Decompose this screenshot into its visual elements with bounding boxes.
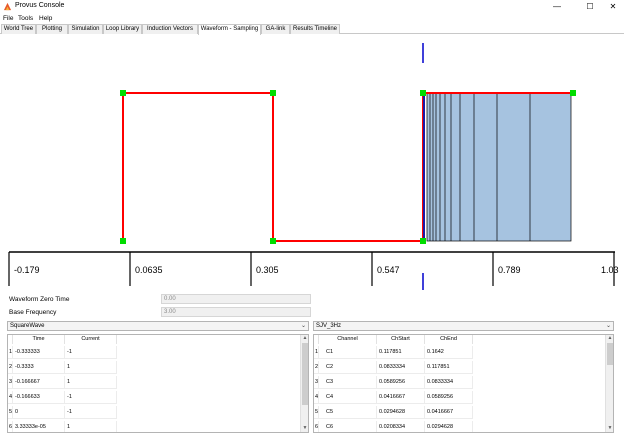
chend-cell[interactable]: 0.117851: [425, 361, 473, 374]
scroll-down-icon[interactable]: ▼: [606, 425, 613, 432]
current-cell[interactable]: -1: [65, 346, 117, 359]
axis-tick-label: -0.179: [14, 265, 40, 275]
scroll-down-icon[interactable]: ▼: [301, 425, 308, 432]
chend-cell[interactable]: 0.0589256: [425, 391, 473, 404]
scrollbar-thumb[interactable]: [607, 343, 613, 365]
tab-world-tree[interactable]: World Tree: [1, 24, 36, 34]
tab-plotting[interactable]: Plotting: [36, 24, 68, 34]
current-cell[interactable]: 1: [65, 421, 117, 432]
maximize-button[interactable]: ☐: [579, 0, 601, 14]
axis-tick-label: 1.03: [601, 265, 619, 275]
time-cell[interactable]: 3.33333e-05: [13, 421, 65, 432]
waveform-zero-time-label: Waveform Zero Time: [9, 296, 70, 303]
vertex-handle[interactable]: [570, 90, 576, 96]
window-title: Provus Console: [15, 2, 65, 9]
channel-cell[interactable]: C2: [319, 361, 377, 374]
channel-cell[interactable]: C5: [319, 406, 377, 419]
base-frequency-field[interactable]: 3.00: [161, 307, 311, 317]
tab-loop-library[interactable]: Loop Library: [103, 24, 142, 34]
time-cell[interactable]: -0.333333: [13, 346, 65, 359]
channel-cell[interactable]: C4: [319, 391, 377, 404]
menu-file[interactable]: File: [3, 15, 13, 22]
tab-bar: World Tree Plotting Simulation Loop Libr…: [0, 24, 624, 35]
chevron-down-icon: ⌄: [300, 323, 306, 329]
scroll-up-icon[interactable]: ▲: [606, 335, 613, 342]
current-cell[interactable]: -1: [65, 391, 117, 404]
waveform-type-value: SquareWave: [10, 323, 45, 329]
title-bar: Provus Console — ☐ ✕: [0, 0, 624, 14]
time-cell[interactable]: 0: [13, 406, 65, 419]
menu-help[interactable]: Help: [39, 15, 52, 22]
chend-cell[interactable]: 0.0833334: [425, 376, 473, 389]
current-cell[interactable]: -1: [65, 406, 117, 419]
channel-set-select[interactable]: SJV_3Hz ⌄: [313, 321, 614, 331]
column-header-channel[interactable]: Channel: [319, 335, 377, 344]
tab-induction-vectors[interactable]: Induction Vectors: [142, 24, 198, 34]
axis-tick-label: 0.547: [377, 265, 400, 275]
column-header-chstart[interactable]: ChStart: [377, 335, 425, 344]
scrollbar-thumb[interactable]: [302, 343, 308, 405]
chstart-cell[interactable]: 0.0416667: [377, 391, 425, 404]
column-header-time[interactable]: Time: [13, 335, 65, 344]
chevron-down-icon: ⌄: [605, 323, 611, 329]
channel-cell[interactable]: C1: [319, 346, 377, 359]
current-cell[interactable]: 1: [65, 361, 117, 374]
axis-tick-label: 0.0635: [135, 265, 163, 275]
axis-tick-label: 0.305: [256, 265, 279, 275]
menu-tools[interactable]: Tools: [18, 15, 33, 22]
tab-waveform-sampling[interactable]: Waveform - Sampling: [198, 24, 261, 35]
vertex-handle[interactable]: [120, 90, 126, 96]
time-cell[interactable]: -0.166633: [13, 391, 65, 404]
chstart-cell[interactable]: 0.0833334: [377, 361, 425, 374]
waveform-canvas[interactable]: -0.179 0.0635 0.305 0.547 0.789 1.03: [0, 35, 624, 290]
column-header-current[interactable]: Current: [65, 335, 117, 344]
vertical-scrollbar[interactable]: ▲ ▼: [300, 335, 308, 432]
chstart-cell[interactable]: 0.0208334: [377, 421, 425, 432]
time-axis: -0.179 0.0635 0.305 0.547 0.789 1.03: [8, 251, 619, 286]
close-button[interactable]: ✕: [602, 0, 624, 14]
current-cell[interactable]: 1: [65, 376, 117, 389]
vertex-handle[interactable]: [120, 238, 126, 244]
channel-table: Channel ChStart ChEnd 1 C1 0.117851 0.16…: [313, 334, 614, 433]
vertex-handle[interactable]: [270, 238, 276, 244]
vertex-handle[interactable]: [420, 90, 426, 96]
waveform-zero-time-field[interactable]: 0.00: [161, 294, 311, 304]
time-cell[interactable]: -0.166667: [13, 376, 65, 389]
app-logo-icon: [3, 2, 12, 11]
scroll-up-icon[interactable]: ▲: [301, 335, 308, 342]
channel-cell[interactable]: C6: [319, 421, 377, 432]
chend-cell[interactable]: 0.0416667: [425, 406, 473, 419]
minimize-button[interactable]: —: [546, 0, 568, 14]
vertical-scrollbar[interactable]: ▲ ▼: [605, 335, 613, 432]
tab-results-timeline[interactable]: Results Timeline: [290, 24, 340, 34]
vertex-handle[interactable]: [270, 90, 276, 96]
chstart-cell[interactable]: 0.117851: [377, 346, 425, 359]
channel-set-value: SJV_3Hz: [316, 323, 342, 329]
column-header-chend[interactable]: ChEnd: [425, 335, 473, 344]
axis-tick-label: 0.789: [498, 265, 521, 275]
vertex-handle[interactable]: [420, 238, 426, 244]
tab-simulation[interactable]: Simulation: [68, 24, 103, 34]
tab-ga-link[interactable]: GA-link: [261, 24, 290, 34]
base-frequency-label: Base Frequency: [9, 309, 57, 316]
menu-bar: File Tools Help: [0, 14, 624, 24]
time-cell[interactable]: -0.3333: [13, 361, 65, 374]
chstart-cell[interactable]: 0.0294628: [377, 406, 425, 419]
waveform-type-select[interactable]: SquareWave ⌄: [7, 321, 309, 331]
chstart-cell[interactable]: 0.0589256: [377, 376, 425, 389]
waveform-table: Time Current 1 -0.333333 -1 2 -0.3333 1 …: [7, 334, 309, 433]
channel-cell[interactable]: C3: [319, 376, 377, 389]
sampling-channels: [426, 92, 572, 242]
chend-cell[interactable]: 0.0294628: [425, 421, 473, 432]
chend-cell[interactable]: 0.1642: [425, 346, 473, 359]
channel-block: [426, 92, 572, 242]
